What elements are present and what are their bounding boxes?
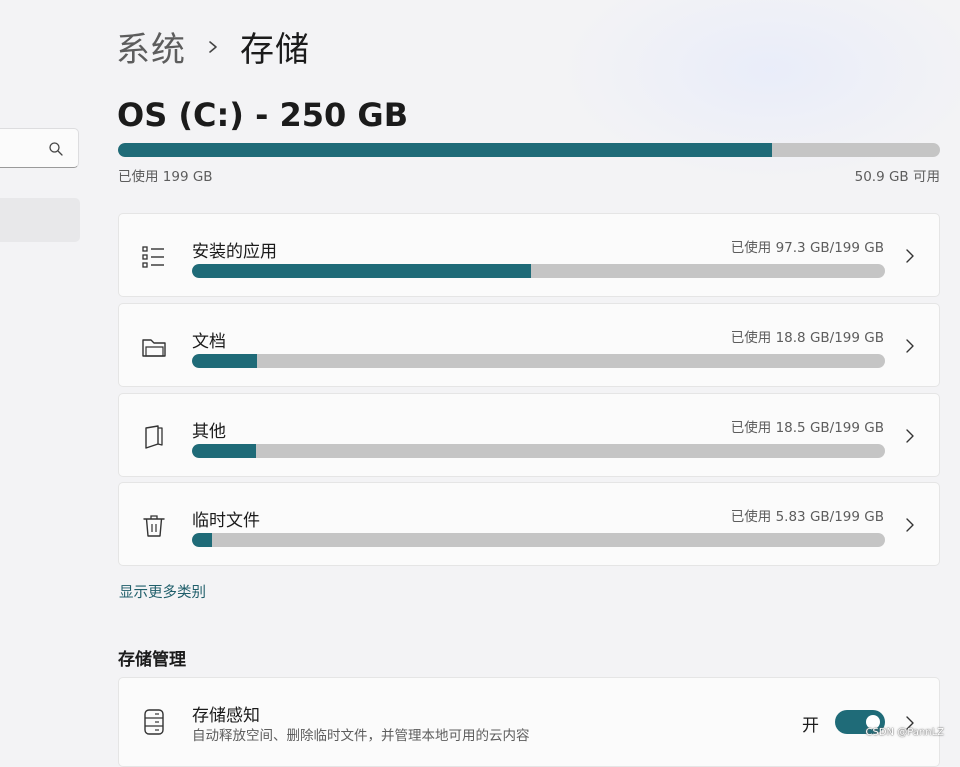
category-usage-fill xyxy=(192,533,213,547)
search-icon xyxy=(49,142,63,156)
category-usage-bar xyxy=(192,264,885,278)
category-usage-bar xyxy=(192,354,885,368)
category-card-documents[interactable]: 文档 已使用 18.8 GB/199 GB xyxy=(118,303,940,387)
category-label: 文档 xyxy=(192,332,226,352)
hard-drive-icon xyxy=(144,709,164,735)
watermark: CSDN @PannLZ xyxy=(865,727,945,738)
storage-sense-card[interactable]: 存储感知 自动释放空间、删除临时文件，并管理本地可用的云内容 开 xyxy=(118,677,940,767)
category-usage-bar xyxy=(192,533,885,547)
drive-title: OS (C:) - 250 GB xyxy=(117,96,409,134)
category-card-other[interactable]: 其他 已使用 18.5 GB/199 GB xyxy=(118,393,940,477)
category-usage: 已使用 5.83 GB/199 GB xyxy=(730,509,884,525)
category-usage-fill xyxy=(192,264,531,278)
show-more-categories-link[interactable]: 显示更多类别 xyxy=(119,581,206,602)
settings-search-input[interactable] xyxy=(0,128,79,168)
chevron-right-icon xyxy=(209,40,217,53)
trash-icon xyxy=(143,515,165,537)
sidebar-item-system-selected[interactable] xyxy=(0,198,80,242)
category-label: 安装的应用 xyxy=(192,242,277,262)
breadcrumb-parent-system[interactable]: 系统 xyxy=(116,22,186,71)
chevron-right-icon xyxy=(906,249,914,263)
category-usage-fill xyxy=(192,444,257,458)
breadcrumb: 系统 存储 xyxy=(116,22,310,71)
category-label: 临时文件 xyxy=(192,511,260,531)
category-usage: 已使用 18.8 GB/199 GB xyxy=(730,330,884,346)
category-usage-fill xyxy=(192,354,258,368)
storage-sense-toggle-label: 开 xyxy=(802,716,819,736)
page-title: 存储 xyxy=(240,30,310,70)
category-usage-bar xyxy=(192,444,885,458)
drive-usage-fill xyxy=(118,143,773,157)
category-card-temporary-files[interactable]: 临时文件 已使用 5.83 GB/199 GB xyxy=(118,482,940,566)
drive-usage-bar xyxy=(118,143,940,157)
category-usage: 已使用 18.5 GB/199 GB xyxy=(730,420,884,436)
category-usage: 已使用 97.3 GB/199 GB xyxy=(730,240,884,256)
storage-management-heading: 存储管理 xyxy=(118,650,186,670)
list-icon xyxy=(142,246,164,268)
chevron-right-icon xyxy=(906,429,914,443)
files-icon xyxy=(145,425,163,449)
chevron-right-icon xyxy=(906,339,914,353)
drive-free-label: 50.9 GB 可用 xyxy=(854,169,940,185)
chevron-right-icon xyxy=(906,518,914,532)
storage-sense-description: 自动释放空间、删除临时文件，并管理本地可用的云内容 xyxy=(192,728,530,744)
category-card-installed-apps[interactable]: 安装的应用 已使用 97.3 GB/199 GB xyxy=(118,213,940,297)
drive-used-label: 已使用 199 GB xyxy=(118,169,213,185)
folder-icon xyxy=(142,339,166,357)
category-label: 其他 xyxy=(192,422,226,442)
storage-sense-title: 存储感知 xyxy=(192,706,260,726)
